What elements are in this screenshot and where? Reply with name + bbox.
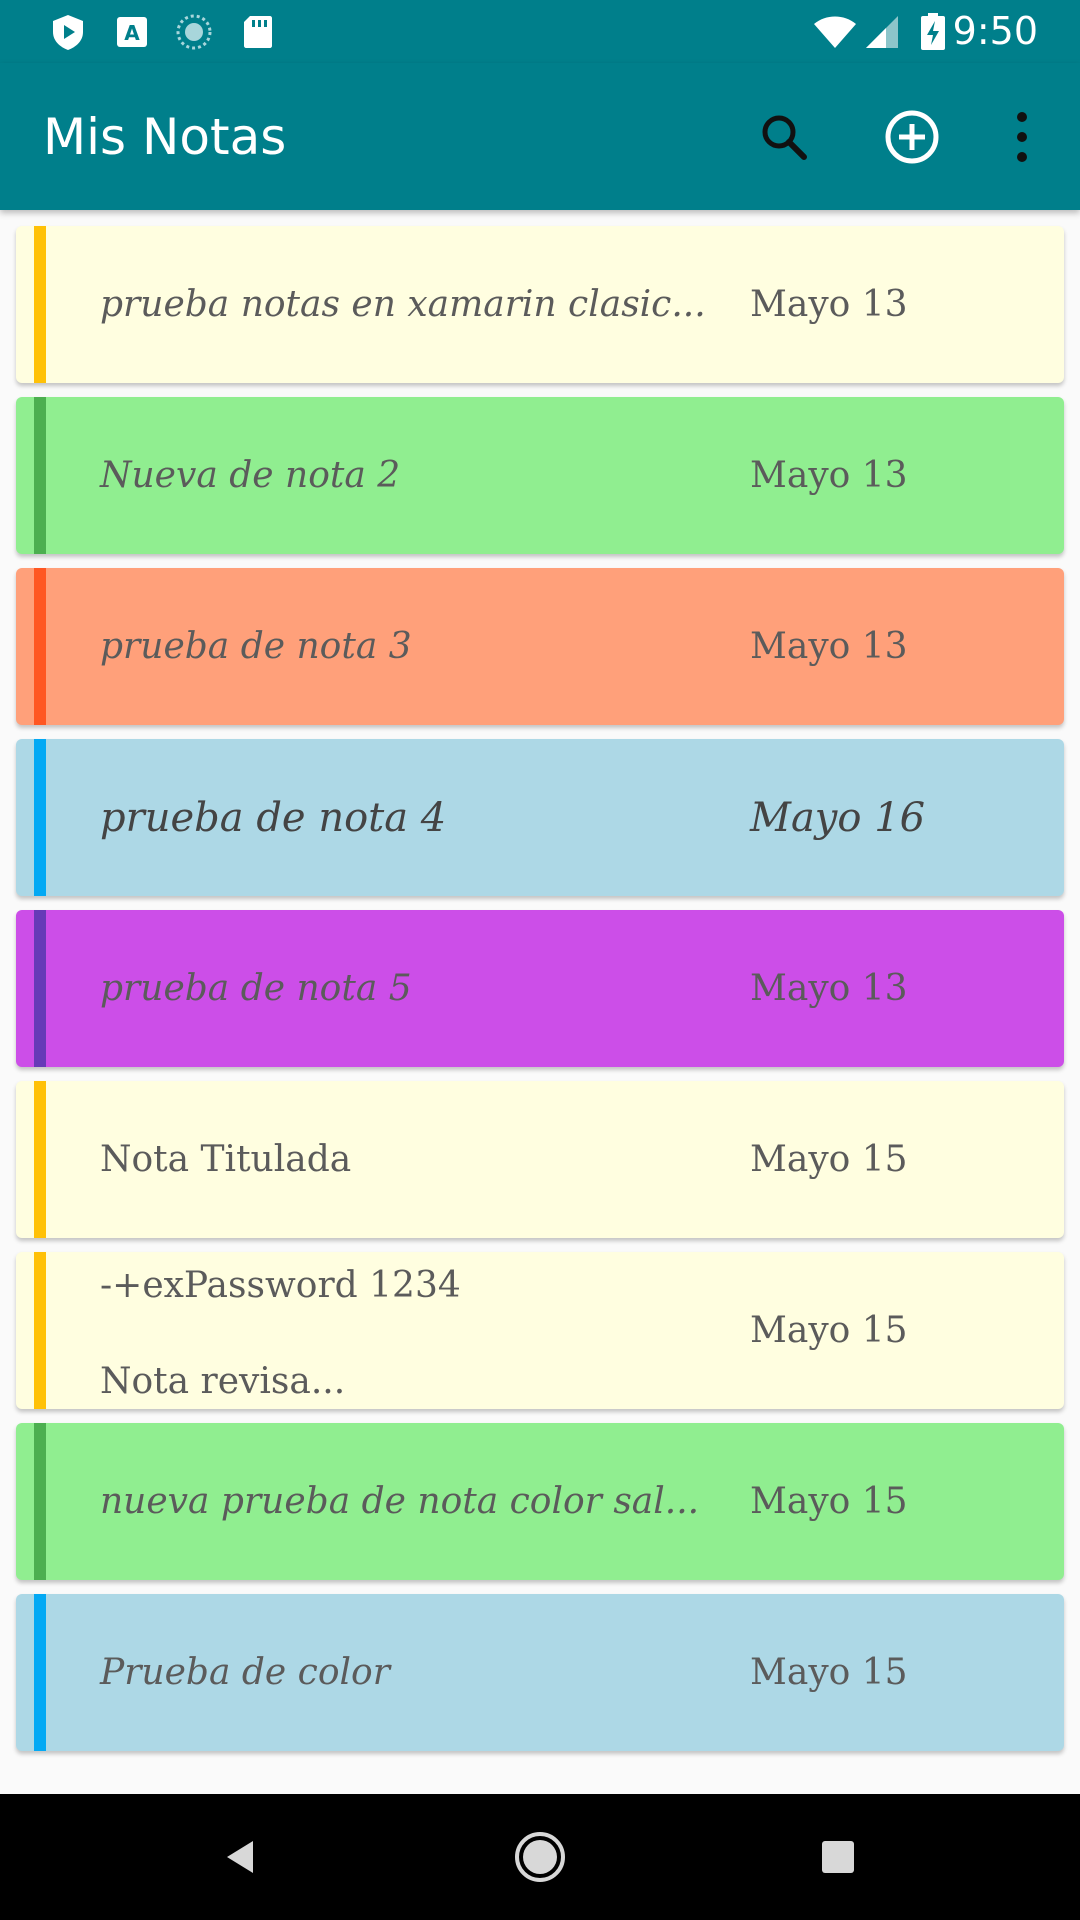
note-card[interactable]: prueba de nota 5 Mayo 13 bbox=[16, 910, 1064, 1067]
note-color-bar bbox=[34, 910, 46, 1067]
note-title: prueba de nota 5 bbox=[100, 968, 412, 1009]
nav-home-button[interactable] bbox=[505, 1822, 575, 1892]
note-title: -+exPassword 1234 Nota revisa... bbox=[100, 1265, 461, 1402]
note-color-bar bbox=[34, 397, 46, 554]
note-date: Mayo 15 bbox=[750, 1310, 908, 1351]
signal-icon bbox=[866, 16, 898, 48]
note-card[interactable]: Prueba de color Mayo 15 bbox=[16, 1594, 1064, 1751]
page-title: Mis Notas bbox=[43, 108, 287, 166]
battery-charging-icon bbox=[921, 13, 945, 50]
note-date: Mayo 13 bbox=[750, 284, 908, 325]
home-icon bbox=[515, 1832, 565, 1882]
note-date: Mayo 15 bbox=[750, 1481, 908, 1522]
svg-text:A: A bbox=[124, 21, 140, 45]
note-card[interactable]: prueba de nota 3 Mayo 13 bbox=[16, 568, 1064, 725]
note-card[interactable]: Nota Titulada Mayo 15 bbox=[16, 1081, 1064, 1238]
accessibility-a-icon: A bbox=[117, 17, 147, 47]
note-title: Prueba de color bbox=[100, 1652, 390, 1693]
note-card[interactable]: nueva prueba de nota color sal... Mayo 15 bbox=[16, 1423, 1064, 1580]
sync-circle-icon bbox=[176, 14, 212, 50]
status-time: 9:50 bbox=[952, 9, 1038, 53]
note-date: Mayo 15 bbox=[750, 1139, 908, 1180]
note-title: prueba de nota 3 bbox=[100, 626, 412, 667]
note-color-bar bbox=[34, 226, 46, 383]
back-icon bbox=[227, 1841, 253, 1873]
note-title: nueva prueba de nota color sal... bbox=[100, 1481, 700, 1522]
note-card[interactable]: prueba notas en xamarin clasic... Mayo 13 bbox=[16, 226, 1064, 383]
play-protect-icon bbox=[53, 15, 83, 50]
note-color-bar bbox=[34, 1594, 46, 1751]
wifi-icon bbox=[814, 16, 856, 48]
note-color-bar bbox=[34, 739, 46, 896]
note-card[interactable]: Nueva de nota 2 Mayo 13 bbox=[16, 397, 1064, 554]
note-color-bar bbox=[34, 1252, 46, 1409]
note-date: Mayo 13 bbox=[750, 626, 908, 667]
add-circle-icon bbox=[885, 110, 939, 164]
note-date: Mayo 15 bbox=[750, 1652, 908, 1693]
note-card[interactable]: prueba de nota 4 Mayo 16 bbox=[16, 739, 1064, 896]
note-title: Nueva de nota 2 bbox=[100, 455, 401, 496]
note-title: prueba de nota 4 bbox=[100, 794, 447, 841]
notes-list: prueba notas en xamarin clasic... Mayo 13… bbox=[16, 226, 1064, 1765]
note-color-bar bbox=[34, 568, 46, 725]
nav-back-button[interactable] bbox=[206, 1822, 276, 1892]
note-color-bar bbox=[34, 1423, 46, 1580]
add-note-button[interactable] bbox=[874, 99, 950, 175]
note-card[interactable]: -+exPassword 1234 Nota revisa... Mayo 15 bbox=[16, 1252, 1064, 1409]
search-button[interactable] bbox=[746, 99, 822, 175]
app-bar: Mis Notas bbox=[0, 63, 1080, 210]
more-vert-icon bbox=[1017, 112, 1027, 162]
search-icon bbox=[762, 115, 807, 160]
note-date: Mayo 13 bbox=[750, 455, 908, 496]
note-date: Mayo 13 bbox=[750, 968, 908, 1009]
recents-icon bbox=[822, 1841, 854, 1873]
note-color-bar bbox=[34, 1081, 46, 1238]
status-bar: A 9:50 bbox=[0, 0, 1080, 63]
note-title: prueba notas en xamarin clasic... bbox=[100, 284, 706, 325]
system-nav-bar bbox=[0, 1794, 1080, 1920]
nav-recents-button[interactable] bbox=[803, 1822, 873, 1892]
sd-card-icon bbox=[244, 16, 272, 48]
more-options-button[interactable] bbox=[984, 99, 1060, 175]
note-date: Mayo 16 bbox=[750, 794, 926, 841]
note-title: Nota Titulada bbox=[100, 1139, 352, 1180]
